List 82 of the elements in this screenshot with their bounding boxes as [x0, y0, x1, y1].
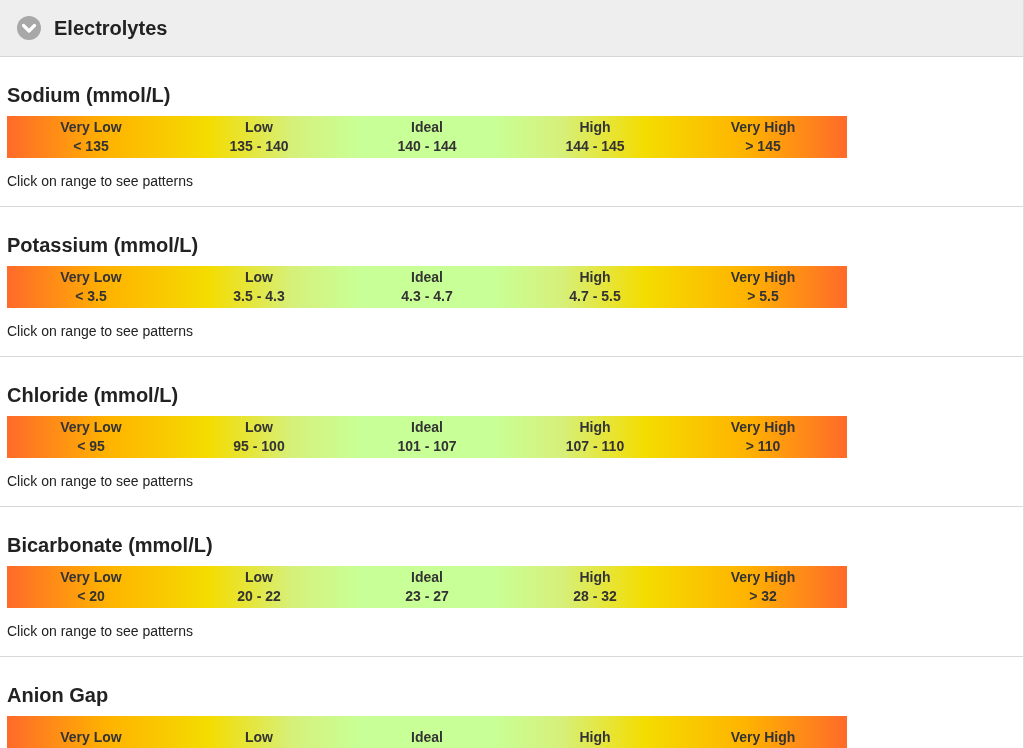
- range-segment[interactable]: High: [511, 716, 679, 748]
- range-value: 144 - 145: [565, 137, 625, 156]
- range-value: 23 - 27: [405, 587, 449, 606]
- chevron-down-icon[interactable]: [17, 16, 41, 40]
- range-label: Low: [245, 118, 273, 137]
- range-value: 28 - 32: [573, 587, 617, 606]
- range-value: > 32: [749, 587, 777, 606]
- range-segment[interactable]: Ideal 101 - 107: [343, 416, 511, 458]
- range-value: < 95: [77, 437, 105, 456]
- range-segment[interactable]: Very High > 32: [679, 566, 847, 608]
- range-label: Very High: [730, 568, 796, 587]
- range-segment[interactable]: High 28 - 32: [511, 566, 679, 608]
- range-value: 101 - 107: [397, 437, 457, 456]
- range-segment[interactable]: Low: [175, 716, 343, 748]
- range-segment[interactable]: High 107 - 110: [511, 416, 679, 458]
- test-title: Potassium (mmol/L): [7, 233, 200, 257]
- range-segment[interactable]: Very Low < 135: [7, 116, 175, 158]
- range-segment[interactable]: High 144 - 145: [511, 116, 679, 158]
- test-title: Chloride (mmol/L): [7, 383, 180, 407]
- range-value: > 145: [745, 137, 781, 156]
- range-segment[interactable]: Very High: [679, 716, 847, 748]
- range-label: Ideal: [411, 727, 443, 747]
- range-segment[interactable]: Very Low: [7, 716, 175, 748]
- range-label: Ideal: [411, 118, 443, 137]
- range-label: Very High: [730, 727, 796, 747]
- range-segment[interactable]: Ideal: [343, 716, 511, 748]
- range-label: Low: [245, 268, 273, 287]
- range-segment[interactable]: Very Low < 3.5: [7, 266, 175, 308]
- range-value: < 20: [77, 587, 105, 606]
- range-value: 20 - 22: [237, 587, 281, 606]
- range-label: Very Low: [60, 268, 122, 287]
- range-label: Very High: [730, 268, 796, 287]
- range-label: Very High: [730, 118, 796, 137]
- range-label: Very Low: [60, 118, 122, 137]
- range-value: 95 - 100: [233, 437, 285, 456]
- range-value: 3.5 - 4.3: [233, 287, 285, 306]
- range-label: Low: [245, 568, 273, 587]
- range-value: > 5.5: [747, 287, 779, 306]
- hint-text: Click on range to see patterns: [7, 472, 194, 490]
- range-label: High: [579, 118, 611, 137]
- range-label: High: [579, 727, 611, 747]
- range-label: Very Low: [60, 568, 122, 587]
- test-title: Bicarbonate (mmol/L): [7, 533, 214, 557]
- range-label: Very Low: [60, 727, 122, 747]
- range-segment[interactable]: Low 95 - 100: [175, 416, 343, 458]
- test-title: Sodium (mmol/L): [7, 83, 172, 107]
- hint-text: Click on range to see patterns: [7, 622, 194, 640]
- hint-text: Click on range to see patterns: [7, 322, 194, 340]
- range-segment[interactable]: Very Low < 20: [7, 566, 175, 608]
- range-value: 107 - 110: [565, 437, 625, 456]
- range-segment[interactable]: Very Low < 95: [7, 416, 175, 458]
- range-label: Ideal: [411, 268, 443, 287]
- range-label: Low: [245, 727, 273, 747]
- hint-text: Click on range to see patterns: [7, 172, 194, 190]
- range-segment[interactable]: Very High > 110: [679, 416, 847, 458]
- range-value: 135 - 140: [229, 137, 289, 156]
- range-value: < 135: [73, 137, 109, 156]
- range-label: High: [579, 268, 611, 287]
- range-segment[interactable]: Low 3.5 - 4.3: [175, 266, 343, 308]
- range-value: 4.3 - 4.7: [401, 287, 453, 306]
- range-segment[interactable]: Ideal 4.3 - 4.7: [343, 266, 511, 308]
- range-label: Very High: [730, 418, 796, 437]
- range-label: High: [579, 418, 611, 437]
- section-title: Electrolytes: [54, 16, 168, 40]
- range-segment[interactable]: Low 20 - 22: [175, 566, 343, 608]
- range-segment[interactable]: High 4.7 - 5.5: [511, 266, 679, 308]
- range-value: 4.7 - 5.5: [569, 287, 621, 306]
- range-segment[interactable]: Ideal 140 - 144: [343, 116, 511, 158]
- range-segment[interactable]: Ideal 23 - 27: [343, 566, 511, 608]
- range-label: Very Low: [60, 418, 122, 437]
- range-segment[interactable]: Low 135 - 140: [175, 116, 343, 158]
- range-segment[interactable]: Very High > 5.5: [679, 266, 847, 308]
- range-label: Ideal: [411, 568, 443, 587]
- range-value: > 110: [745, 437, 781, 456]
- test-title: Anion Gap: [7, 683, 110, 707]
- range-label: High: [579, 568, 611, 587]
- range-label: Low: [245, 418, 273, 437]
- section-header[interactable]: Electrolytes: [0, 0, 1023, 57]
- range-value: 140 - 144: [397, 137, 457, 156]
- range-label: Ideal: [411, 418, 443, 437]
- range-segment[interactable]: Very High > 145: [679, 116, 847, 158]
- range-value: < 3.5: [75, 287, 107, 306]
